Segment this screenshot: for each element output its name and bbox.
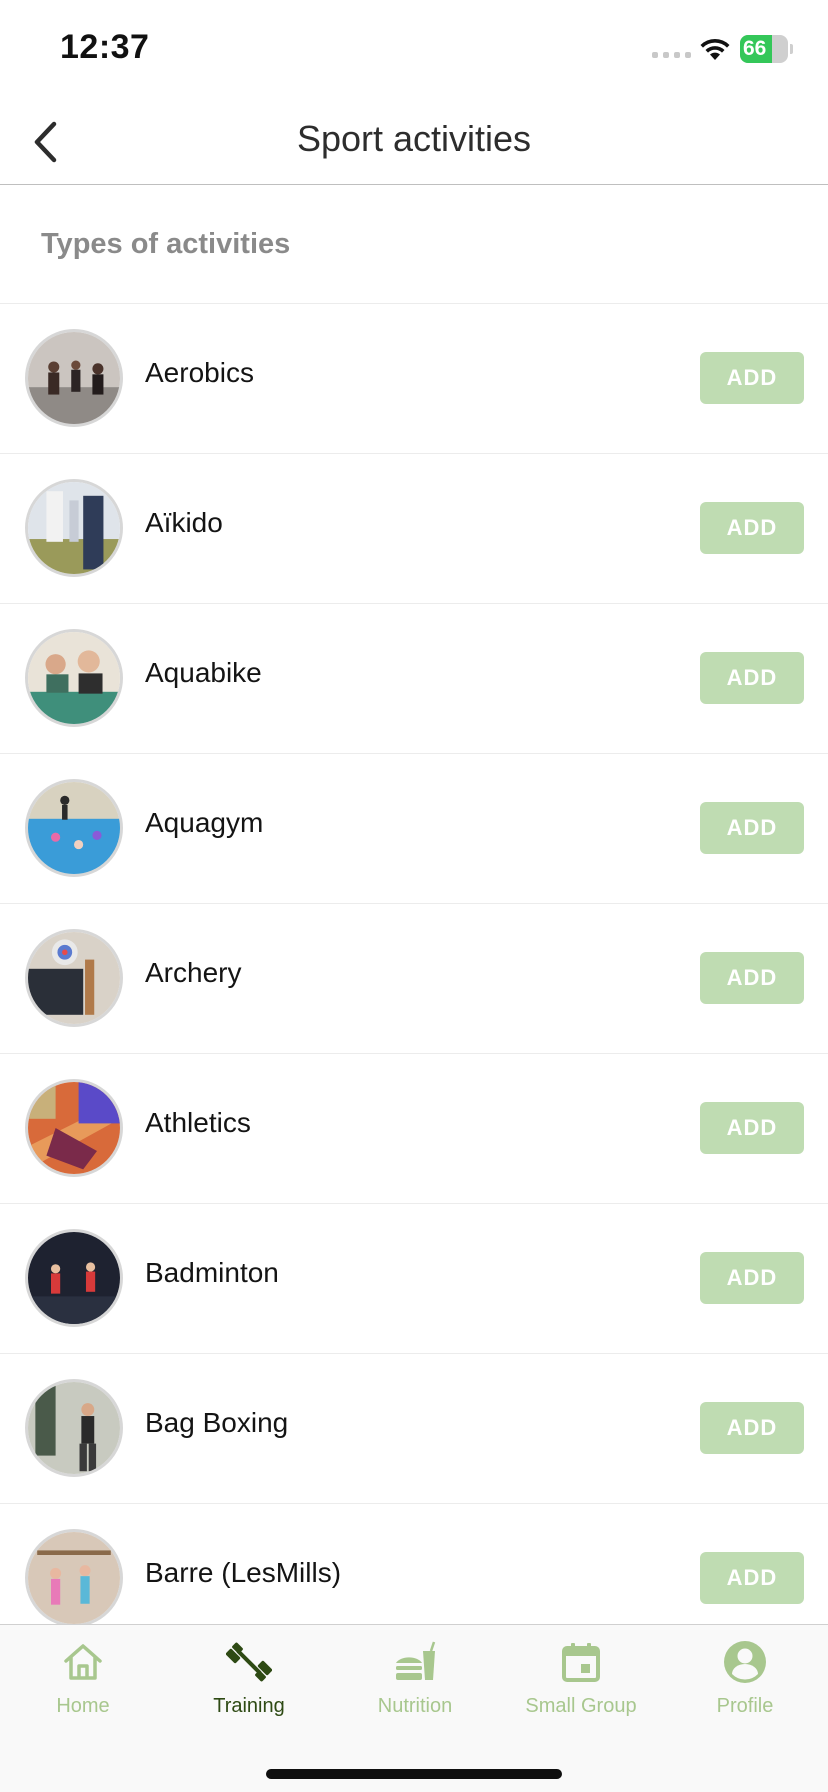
activity-thumbnail bbox=[25, 329, 123, 427]
add-button[interactable]: ADD bbox=[700, 502, 804, 554]
add-button[interactable]: ADD bbox=[700, 802, 804, 854]
wifi-icon bbox=[700, 38, 730, 60]
add-button[interactable]: ADD bbox=[700, 1252, 804, 1304]
add-button[interactable]: ADD bbox=[700, 952, 804, 1004]
tab-label: Home bbox=[56, 1695, 110, 1717]
tab-small-group[interactable]: Small Group bbox=[498, 1639, 664, 1739]
tab-bar: Home Training Nutrition Small Group Prof… bbox=[0, 1624, 828, 1792]
list-item: Aïkido ADD bbox=[0, 454, 828, 604]
list-item: Aerobics ADD bbox=[0, 304, 828, 454]
burger-drink-icon bbox=[396, 1641, 436, 1680]
activity-name: Aïkido bbox=[145, 507, 223, 538]
activity-list[interactable]: Aerobics ADD Aïkido ADD Aquabike ADD Aqu… bbox=[0, 304, 828, 1624]
status-time: 12:37 bbox=[60, 28, 150, 66]
page-title: Sport activities bbox=[296, 118, 532, 159]
activity-thumbnail bbox=[25, 1229, 123, 1327]
activity-name: Athletics bbox=[145, 1107, 251, 1138]
activity-name: Aquabike bbox=[145, 657, 262, 688]
tab-home[interactable]: Home bbox=[0, 1639, 166, 1739]
add-button[interactable]: ADD bbox=[700, 1402, 804, 1454]
activity-thumbnail bbox=[25, 1529, 123, 1624]
activity-thumbnail bbox=[25, 929, 123, 1027]
home-indicator bbox=[266, 1769, 562, 1779]
tab-label: Training bbox=[213, 1695, 285, 1717]
activity-name: Aerobics bbox=[145, 357, 254, 388]
activity-name: Aquagym bbox=[145, 807, 264, 838]
list-item: Badminton ADD bbox=[0, 1204, 828, 1354]
section-header: Types of activities bbox=[0, 186, 828, 304]
tab-profile[interactable]: Profile bbox=[662, 1639, 828, 1739]
activity-name: Barre (LesMills) bbox=[145, 1557, 342, 1588]
tab-label: Small Group bbox=[525, 1695, 637, 1717]
battery-level: 66 bbox=[743, 37, 767, 60]
activity-thumbnail bbox=[25, 1079, 123, 1177]
calendar-icon bbox=[562, 1643, 600, 1682]
status-bar: 12:37 66 bbox=[0, 0, 828, 100]
navigation-bar: Sport activities bbox=[0, 100, 828, 185]
activity-thumbnail bbox=[25, 479, 123, 577]
dumbbell-icon bbox=[226, 1642, 272, 1682]
list-item: Athletics ADD bbox=[0, 1054, 828, 1204]
list-item: Bag Boxing ADD bbox=[0, 1354, 828, 1504]
list-item: Barre (LesMills) ADD bbox=[0, 1504, 828, 1624]
home-icon bbox=[64, 1644, 102, 1680]
activity-name: Badminton bbox=[145, 1257, 279, 1288]
cellular-signal-icon bbox=[652, 52, 691, 58]
add-button[interactable]: ADD bbox=[700, 1102, 804, 1154]
add-button[interactable]: ADD bbox=[700, 1552, 804, 1604]
battery-icon: 66 bbox=[740, 35, 793, 63]
section-title: Types of activities bbox=[41, 228, 291, 260]
user-circle-icon bbox=[724, 1641, 766, 1683]
tab-label: Profile bbox=[716, 1695, 774, 1717]
activity-thumbnail bbox=[25, 1379, 123, 1477]
tab-label: Nutrition bbox=[377, 1695, 453, 1717]
activity-thumbnail bbox=[25, 629, 123, 727]
list-item: Archery ADD bbox=[0, 904, 828, 1054]
activity-thumbnail bbox=[25, 779, 123, 877]
activity-name: Archery bbox=[145, 957, 242, 988]
activity-name: Bag Boxing bbox=[145, 1407, 289, 1438]
add-button[interactable]: ADD bbox=[700, 652, 804, 704]
list-item: Aquagym ADD bbox=[0, 754, 828, 904]
list-item: Aquabike ADD bbox=[0, 604, 828, 754]
tab-training[interactable]: Training bbox=[166, 1639, 332, 1739]
tab-nutrition[interactable]: Nutrition bbox=[332, 1639, 498, 1739]
add-button[interactable]: ADD bbox=[700, 352, 804, 404]
